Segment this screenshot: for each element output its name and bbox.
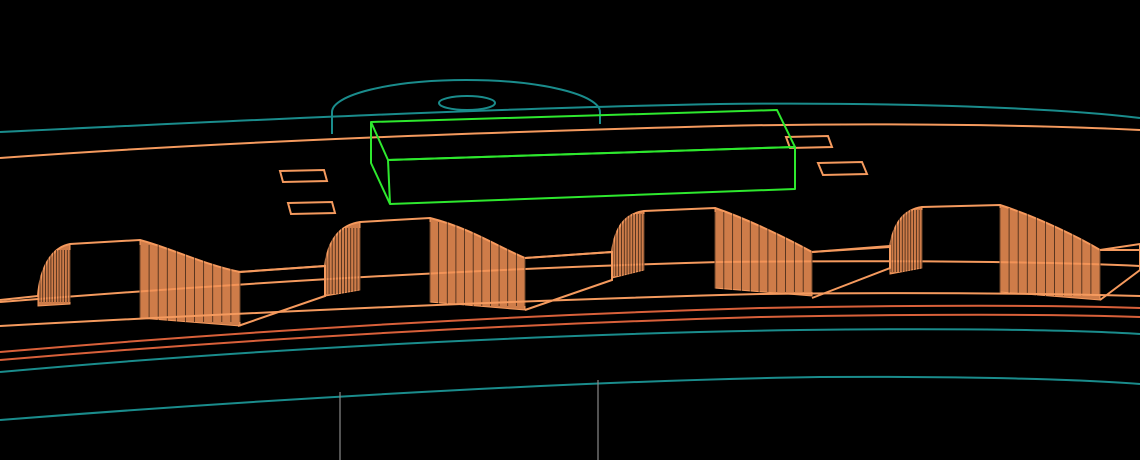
- background: [0, 0, 1140, 460]
- cad-wireframe-canvas[interactable]: [0, 0, 1140, 460]
- cad-wireframe-viewport[interactable]: [0, 0, 1140, 460]
